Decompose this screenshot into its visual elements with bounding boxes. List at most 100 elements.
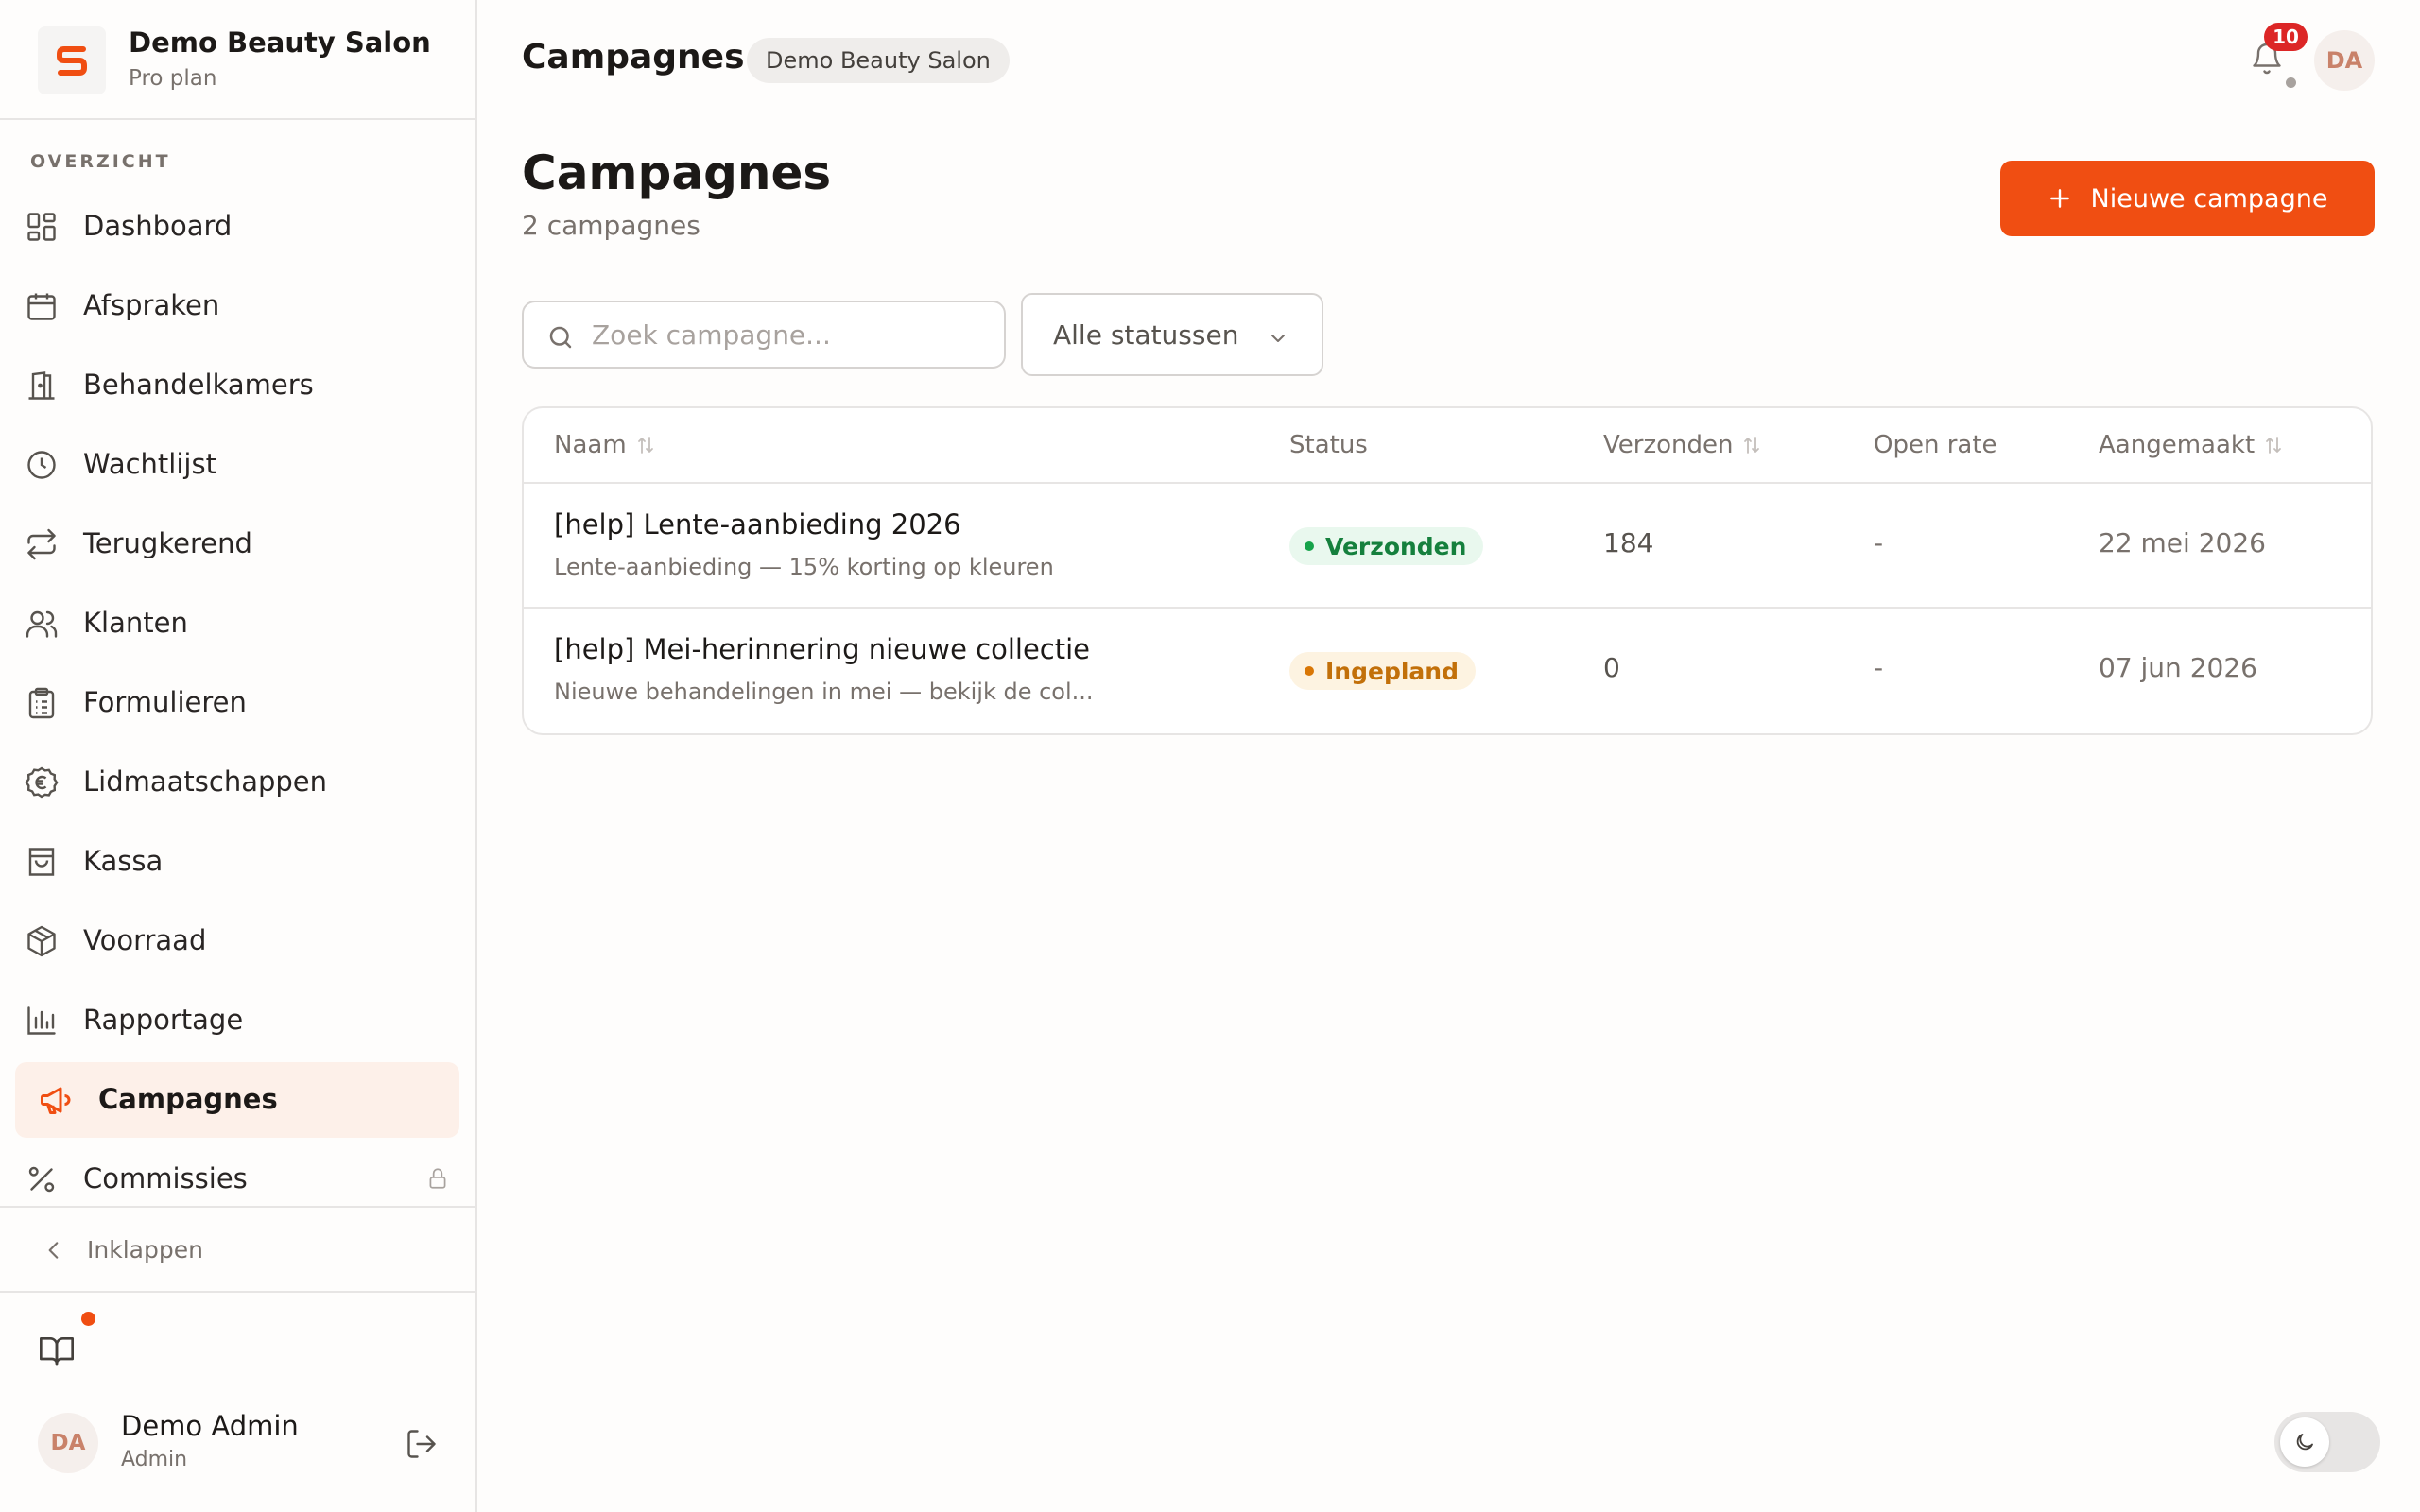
logo-s-icon <box>57 46 87 76</box>
nav-section-label: OVERZICHT <box>30 151 171 172</box>
user-name: Demo Admin <box>121 1410 299 1442</box>
status-badge: Ingepland <box>1289 652 1476 690</box>
sidebar-item-label: Voorraad <box>83 924 207 956</box>
campaigns-table: Naam Status Verzonden Open rate Aangemaa… <box>522 406 2373 735</box>
logout-icon[interactable] <box>405 1427 439 1461</box>
users-icon <box>26 610 58 638</box>
clock-icon <box>27 451 56 479</box>
moon-icon <box>2296 1434 2313 1451</box>
notification-count-badge: 10 <box>2264 23 2308 51</box>
column-header-name[interactable]: Naam <box>554 431 655 459</box>
sidebar-item-terugkerend[interactable]: Terugkerend <box>15 507 459 582</box>
status-badge-label: Ingepland <box>1325 657 1459 685</box>
salon-badge: Demo Beauty Salon <box>747 38 1010 83</box>
plus-icon <box>2049 189 2069 208</box>
help-unread-dot <box>81 1312 95 1326</box>
sidebar-item-label: Rapportage <box>83 1004 244 1036</box>
sidebar-item-klanten[interactable]: Klanten <box>15 586 459 662</box>
status-filter-select[interactable]: Alle statussen <box>1021 293 1323 376</box>
table-row[interactable]: [help] Mei-herinnering nieuwe collectie … <box>524 609 2371 733</box>
bar-chart-icon <box>27 1006 56 1035</box>
status-badge: Verzonden <box>1289 527 1484 565</box>
sidebar-item-label: Commissies <box>83 1162 248 1194</box>
sidebar-item-label: Dashboard <box>83 210 233 242</box>
sidebar-item-lidmaatschappen[interactable]: Lidmaatschappen <box>15 745 459 820</box>
sidebar-item-label: Behandelkamers <box>83 369 314 401</box>
sidebar-item-afspraken[interactable]: Afspraken <box>15 268 459 344</box>
sidebar-item-formulieren[interactable]: Formulieren <box>15 665 459 741</box>
sort-icon <box>2266 437 2282 454</box>
sidebar-item-label: Wachtlijst <box>83 448 216 480</box>
theme-toggle-knob <box>2280 1418 2329 1467</box>
brand-logo <box>38 26 106 94</box>
sidebar-item-rapportage[interactable]: Rapportage <box>15 983 459 1058</box>
sidebar-item-behandelkamers[interactable]: Behandelkamers <box>15 348 459 423</box>
theme-toggle[interactable] <box>2274 1412 2380 1472</box>
new-campaign-button[interactable]: Nieuwe campagne <box>2000 161 2375 236</box>
column-header-status: Status <box>1289 431 1368 459</box>
collapse-sidebar-button[interactable]: Inklappen <box>0 1206 475 1293</box>
open-rate: - <box>1874 652 1884 683</box>
sent-count: 184 <box>1603 527 1654 558</box>
grid-icon <box>27 213 56 241</box>
column-header-label: Open rate <box>1874 431 1997 459</box>
chevron-down-icon <box>1271 335 1285 342</box>
brand-name: Demo Beauty Salon <box>129 26 431 59</box>
campaign-name: [help] Lente-aanbieding 2026 <box>554 508 961 541</box>
sidebar-item-campagnes[interactable]: Campagnes <box>15 1062 459 1138</box>
page-title: Campagnes <box>522 146 832 200</box>
sidebar-item-label: Klanten <box>83 607 188 639</box>
status-dot <box>1305 666 1314 676</box>
collapse-label: Inklappen <box>87 1236 203 1263</box>
campaign-subject: Lente-aanbieding — 15% korting op kleure… <box>554 554 1054 580</box>
status-badge-label: Verzonden <box>1325 532 1467 560</box>
status-filter-value: Alle statussen <box>1053 319 1239 351</box>
column-header-label: Aangemaakt <box>2099 431 2256 459</box>
brand-header[interactable]: Demo Beauty Salon Pro plan <box>0 0 475 120</box>
new-campaign-label: Nieuwe campagne <box>2090 183 2328 214</box>
door-icon <box>28 371 55 400</box>
campaign-name: [help] Mei-herinnering nieuwe collectie <box>554 633 1091 665</box>
sidebar-item-label: Afspraken <box>83 289 220 321</box>
campaign-subject: Nieuwe behandelingen in mei — bekijk de … <box>554 679 1094 705</box>
sidebar-item-label: Kassa <box>83 845 164 877</box>
lock-icon <box>429 1168 446 1189</box>
sent-count: 0 <box>1603 652 1620 683</box>
open-rate: - <box>1874 527 1884 558</box>
search-field[interactable] <box>522 301 1006 369</box>
column-header-open-rate: Open rate <box>1874 431 1997 459</box>
sidebar-item-wachtlijst[interactable]: Wachtlijst <box>15 427 459 503</box>
sidebar-item-voorraad[interactable]: Voorraad <box>15 903 459 979</box>
created-date: 07 jun 2026 <box>2099 652 2257 683</box>
account-avatar[interactable]: DA <box>2314 30 2375 91</box>
sidebar: Demo Beauty Salon Pro plan OVERZICHT Das… <box>0 0 477 1512</box>
table-header: Naam Status Verzonden Open rate Aangemaa… <box>524 408 2371 484</box>
online-status-dot <box>2286 77 2296 88</box>
sort-icon <box>637 437 653 454</box>
clipboard-icon <box>28 687 55 719</box>
shopping-bag-icon <box>28 848 55 876</box>
search-input[interactable] <box>592 314 989 355</box>
table-row[interactable]: [help] Lente-aanbieding 2026 Lente-aanbi… <box>524 484 2371 609</box>
package-icon <box>27 925 56 957</box>
status-dot <box>1305 541 1314 551</box>
calendar-icon <box>27 293 56 320</box>
user-avatar[interactable]: DA <box>38 1413 98 1473</box>
sidebar-item-label: Lidmaatschappen <box>83 765 328 798</box>
user-role: Admin <box>121 1448 188 1471</box>
column-header-label: Verzonden <box>1603 431 1734 459</box>
column-header-sent[interactable]: Verzonden <box>1603 431 1761 459</box>
campaign-count: 2 campagnes <box>522 210 700 241</box>
sidebar-item-dashboard[interactable]: Dashboard <box>15 189 459 265</box>
topbar-title: Campagnes <box>522 38 745 77</box>
sidebar-item-kassa[interactable]: Kassa <box>15 824 459 900</box>
help-docs-button[interactable] <box>38 1331 76 1368</box>
column-header-created[interactable]: Aangemaakt <box>2099 431 2283 459</box>
brand-plan: Pro plan <box>129 66 217 91</box>
book-open-icon <box>40 1337 74 1366</box>
chevron-left-icon <box>48 1242 59 1259</box>
sidebar-item-label: Terugkerend <box>83 527 252 559</box>
percent-icon <box>28 1166 55 1193</box>
sidebar-item-label: Formulieren <box>83 686 247 718</box>
sidebar-item-label: Campagnes <box>98 1083 278 1115</box>
